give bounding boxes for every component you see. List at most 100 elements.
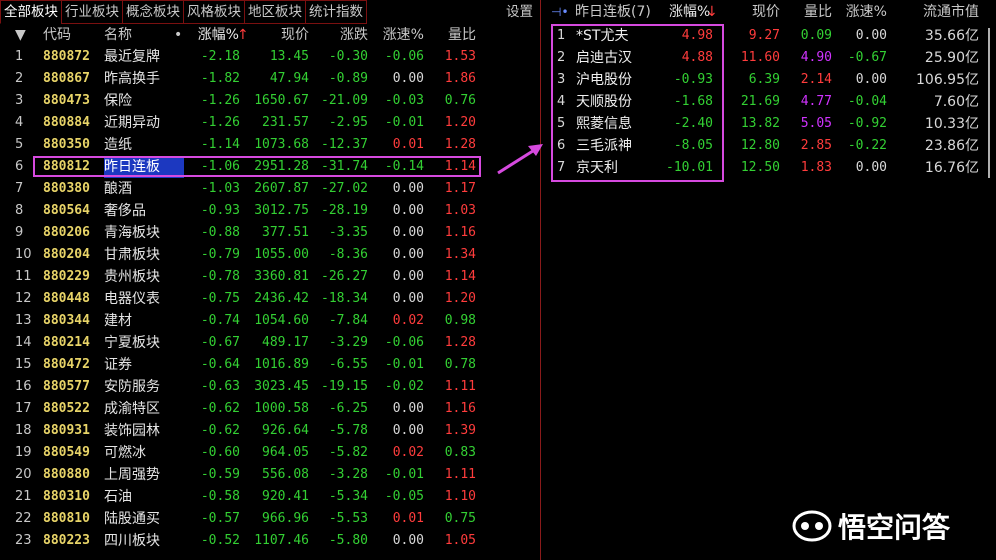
table-row[interactable]: 5 880350 造纸 -1.14 1073.68 -12.37 0.01 1.28 <box>0 134 540 156</box>
row-index: 13 <box>15 313 32 328</box>
table-row[interactable]: 18 880931 装饰园林 -0.62 926.64 -5.78 0.00 1.39 <box>0 420 540 442</box>
price: 489.17 <box>262 335 309 350</box>
row-index: 3 <box>15 93 24 108</box>
table-row[interactable]: 2 880867 昨高换手 -1.82 47.94 -0.89 0.00 1.86 <box>0 68 540 90</box>
table-row[interactable]: 4 880884 近期异动 -1.26 231.57 -2.95 -0.01 1.20 <box>0 112 540 134</box>
price: 11.60 <box>740 50 780 65</box>
price: 966.96 <box>262 511 309 526</box>
board-code: 880206 <box>43 225 90 240</box>
col-float-cap[interactable]: 流通市值 <box>901 0 979 24</box>
speed: 0.02 <box>392 313 424 328</box>
board-code: 880472 <box>43 357 90 372</box>
volume-ratio: 4.77 <box>800 94 832 109</box>
change-pct: -1.26 <box>200 115 240 130</box>
volume-ratio: 1.11 <box>444 467 476 482</box>
col-speed[interactable]: 涨速% <box>372 24 424 46</box>
table-row[interactable]: 15 880472 证券 -0.64 1016.89 -6.55 -0.01 0.78 <box>0 354 540 376</box>
speed: -0.01 <box>384 467 424 482</box>
table-row[interactable]: 9 880206 青海板块 -0.88 377.51 -3.35 0.00 1.16 <box>0 222 540 244</box>
tab-concept[interactable]: 概念板块 <box>122 0 184 24</box>
volume-ratio: 1.86 <box>444 71 476 86</box>
table-row[interactable]: 17 880522 成渝特区 -0.62 1000.58 -6.25 0.00 1.16 <box>0 398 540 420</box>
board-code: 880344 <box>43 313 90 328</box>
row-index: 20 <box>15 467 32 482</box>
col-volume-ratio[interactable]: 量比 <box>430 24 476 46</box>
volume-ratio: 1.28 <box>444 335 476 350</box>
col-updown[interactable]: 涨跌 <box>310 24 368 46</box>
speed: 0.00 <box>392 401 424 416</box>
col-price[interactable]: 现价 <box>246 24 309 46</box>
price: 1650.67 <box>254 93 309 108</box>
change-pct: -0.67 <box>200 335 240 350</box>
left-table-header: ▼ 代码 名称 • 涨幅% ↑ 现价 涨跌 涨速% 量比 <box>0 24 540 46</box>
board-code: 880884 <box>43 115 90 130</box>
board-code: 880380 <box>43 181 90 196</box>
updown: -26.27 <box>321 269 368 284</box>
board-name: 贵州板块 <box>104 269 160 285</box>
table-row[interactable]: 13 880344 建材 -0.74 1054.60 -7.84 0.02 0.98 <box>0 310 540 332</box>
row-index: 12 <box>15 291 32 306</box>
table-row[interactable]: 16 880577 安防服务 -0.63 3023.45 -19.15 -0.02 1.11 <box>0 376 540 398</box>
speed: -0.06 <box>384 335 424 350</box>
table-row[interactable]: 14 880214 宁夏板块 -0.67 489.17 -3.29 -0.06 1.28 <box>0 332 540 354</box>
table-row[interactable]: 19 880549 可燃冰 -0.60 964.05 -5.82 0.02 0.83 <box>0 442 540 464</box>
table-row[interactable]: 7 880380 酿酒 -1.03 2607.87 -27.02 0.00 1.17 <box>0 178 540 200</box>
price: 377.51 <box>262 225 309 240</box>
board-tabs: 全部板块 行业板块 概念板块 风格板块 地区板块 统计指数 <box>0 0 540 24</box>
board-name: 酿酒 <box>104 181 132 197</box>
table-row[interactable]: 11 880229 贵州板块 -0.78 3360.81 -26.27 0.00 1.14 <box>0 266 540 288</box>
price: 12.50 <box>740 160 780 175</box>
board-name: 昨高换手 <box>104 71 160 87</box>
table-row[interactable]: 12 880448 电器仪表 -0.75 2436.42 -18.34 0.00 1.20 <box>0 288 540 310</box>
col-volume-ratio[interactable]: 量比 <box>787 0 832 24</box>
tab-stat-index[interactable]: 统计指数 <box>305 0 367 24</box>
updown: -5.34 <box>328 489 368 504</box>
tab-region[interactable]: 地区板块 <box>244 0 306 24</box>
updown: -3.35 <box>328 225 368 240</box>
table-row[interactable]: 23 880223 四川板块 -0.52 1107.46 -5.80 0.00 1.05 <box>0 530 540 552</box>
table-row[interactable]: 10 880204 甘肃板块 -0.79 1055.00 -8.36 0.00 1.34 <box>0 244 540 266</box>
volume-ratio: 1.11 <box>444 379 476 394</box>
speed: 0.00 <box>392 247 424 262</box>
table-row[interactable]: 8 880564 奢侈品 -0.93 3012.75 -28.19 0.00 1.03 <box>0 200 540 222</box>
board-name: 证券 <box>104 357 132 373</box>
speed: 0.00 <box>392 203 424 218</box>
volume-ratio: 1.20 <box>444 291 476 306</box>
tab-style[interactable]: 风格板块 <box>183 0 245 24</box>
row-index: 21 <box>15 489 32 504</box>
price: 920.41 <box>262 489 309 504</box>
col-name[interactable]: 名称 <box>104 24 184 46</box>
row-index: 4 <box>15 115 24 130</box>
updown: -2.95 <box>328 115 368 130</box>
sort-toggle-icon[interactable]: ▼ <box>15 24 45 46</box>
updown: -27.02 <box>321 181 368 196</box>
tab-industry[interactable]: 行业板块 <box>61 0 123 24</box>
volume-ratio: 4.90 <box>800 50 832 65</box>
table-row[interactable]: 1 880872 最近复牌 -2.18 13.45 -0.30 -0.06 1.53 <box>0 46 540 68</box>
col-change-pct[interactable]: 涨幅% <box>669 0 710 24</box>
price: 556.08 <box>262 467 309 482</box>
table-row[interactable]: 22 880810 陆股通买 -0.57 966.96 -5.53 0.01 0.75 <box>0 508 540 530</box>
board-name: 电器仪表 <box>104 291 160 307</box>
right-scrollbar[interactable] <box>988 28 990 178</box>
row-index: 23 <box>15 533 32 548</box>
table-row[interactable]: 20 880880 上周强势 -0.59 556.08 -3.28 -0.01 1.11 <box>0 464 540 486</box>
table-row[interactable]: 21 880310 石油 -0.58 920.41 -5.34 -0.05 1.10 <box>0 486 540 508</box>
board-name: 成渝特区 <box>104 401 160 417</box>
board-code: 880577 <box>43 379 90 394</box>
col-change-pct[interactable]: 涨幅% <box>191 24 239 46</box>
float-market-cap: 106.95亿 <box>916 72 979 88</box>
col-price[interactable]: 现价 <box>727 0 780 24</box>
table-row[interactable]: 3 880473 保险 -1.26 1650.67 -21.09 -0.03 0.76 <box>0 90 540 112</box>
board-code: 880810 <box>43 511 90 526</box>
panel-title: 昨日连板(7) <box>575 4 651 20</box>
col-speed[interactable]: 涨速% <box>839 0 887 24</box>
board-code: 880448 <box>43 291 90 306</box>
col-code[interactable]: 代码 <box>43 24 98 46</box>
tab-all-boards[interactable]: 全部板块 <box>0 0 62 24</box>
board-code: 880880 <box>43 467 90 482</box>
pin-icon[interactable]: ⊣• <box>551 0 569 24</box>
settings-button[interactable]: 设置 <box>506 0 533 24</box>
row-index: 14 <box>15 335 32 350</box>
speed: -0.03 <box>384 93 424 108</box>
